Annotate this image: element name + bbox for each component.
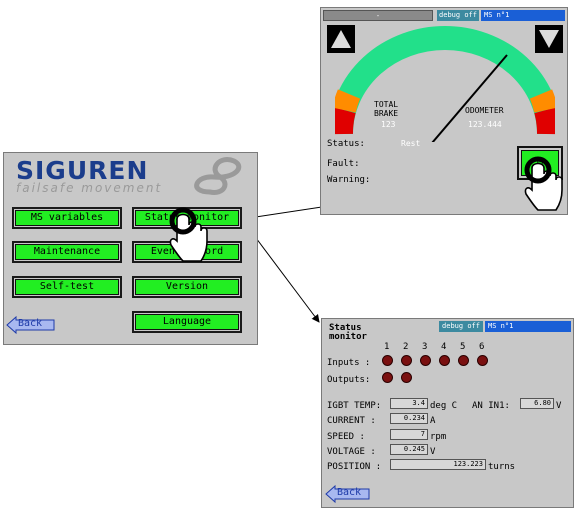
io-column-1: 1	[384, 342, 390, 352]
brake-value: 123	[381, 120, 396, 129]
back-button[interactable]: Back	[6, 315, 55, 335]
ms-variables-button[interactable]: MS variables	[12, 207, 122, 229]
brake-label: BRAKE	[374, 109, 399, 118]
pointer-hand-icon-2	[524, 156, 563, 211]
position-label: POSITION :	[327, 462, 382, 472]
inputs-label: Inputs :	[327, 358, 371, 368]
input-led-6	[477, 355, 488, 366]
igbt-temp-unit: deg C	[430, 401, 458, 411]
speed-value: 7	[390, 429, 428, 440]
back-label: Back	[337, 487, 362, 498]
fault-label: Fault:	[327, 159, 360, 169]
voltage-unit: V	[430, 447, 436, 457]
odometer-value: 123.444	[468, 120, 502, 129]
an-in1-label: AN IN1:	[472, 401, 510, 411]
language-button[interactable]: Language	[132, 311, 242, 333]
input-led-4	[439, 355, 450, 366]
status-label: Status:	[327, 139, 365, 149]
current-value: 0.234	[390, 413, 428, 424]
input-led-5	[458, 355, 469, 366]
status-monitor-screen: Status monitor debug off MS n°1 1 2 3 4 …	[321, 318, 574, 508]
io-column-2: 2	[403, 342, 409, 352]
odometer-label: ODOMETER	[465, 106, 504, 115]
ms-selector[interactable]: MS n°1	[485, 321, 571, 332]
self-test-button[interactable]: Self-test	[12, 276, 122, 298]
back-button[interactable]: Back	[325, 484, 373, 504]
warning-label: Warning:	[327, 175, 371, 185]
position-unit: turns	[488, 462, 516, 472]
logo-subtitle: failsafe movement	[16, 181, 163, 195]
input-led-1	[382, 355, 393, 366]
maintenance-button[interactable]: Maintenance	[12, 241, 122, 263]
an-in1-unit: V	[556, 401, 562, 411]
debug-indicator[interactable]: debug off	[437, 10, 479, 21]
total-label: TOTAL	[374, 100, 399, 109]
logo-swirl-icon	[194, 157, 242, 195]
speed-gauge	[335, 26, 555, 142]
main-menu-panel: SIGUREN failsafe movement MS variables S…	[3, 152, 258, 345]
io-column-6: 6	[479, 342, 485, 352]
speed-label: SPEED :	[327, 432, 365, 442]
igbt-temp-value: 3.4	[390, 398, 428, 409]
output-led-1	[382, 372, 393, 383]
io-column-3: 3	[422, 342, 428, 352]
ms-selector[interactable]: MS n°1	[481, 10, 565, 21]
input-led-2	[401, 355, 412, 366]
current-unit: A	[430, 416, 436, 426]
current-label: CURRENT :	[327, 416, 376, 426]
an-in1-value: 6.80	[520, 398, 554, 409]
ms-label: MS n°1	[488, 322, 514, 330]
speed-unit: rpm	[430, 432, 447, 442]
io-column-4: 4	[441, 342, 447, 352]
ms-label: MS n°1	[484, 11, 510, 19]
input-led-3	[420, 355, 431, 366]
output-led-2	[401, 372, 412, 383]
debug-indicator[interactable]: debug off	[439, 321, 483, 332]
outputs-label: Outputs:	[327, 375, 371, 385]
screen-title-line2: monitor	[329, 332, 367, 342]
status-value: Rest	[401, 139, 421, 148]
igbt-temp-label: IGBT TEMP:	[327, 401, 382, 411]
back-label: Back	[18, 318, 43, 329]
version-button[interactable]: Version	[132, 276, 242, 298]
voltage-value: 0.245	[390, 444, 428, 455]
position-value: 123.223	[390, 459, 486, 470]
voltage-label: VOLTAGE :	[327, 447, 376, 457]
io-column-5: 5	[460, 342, 466, 352]
top-title-box: -	[323, 10, 433, 21]
pointer-hand-icon	[169, 207, 208, 262]
